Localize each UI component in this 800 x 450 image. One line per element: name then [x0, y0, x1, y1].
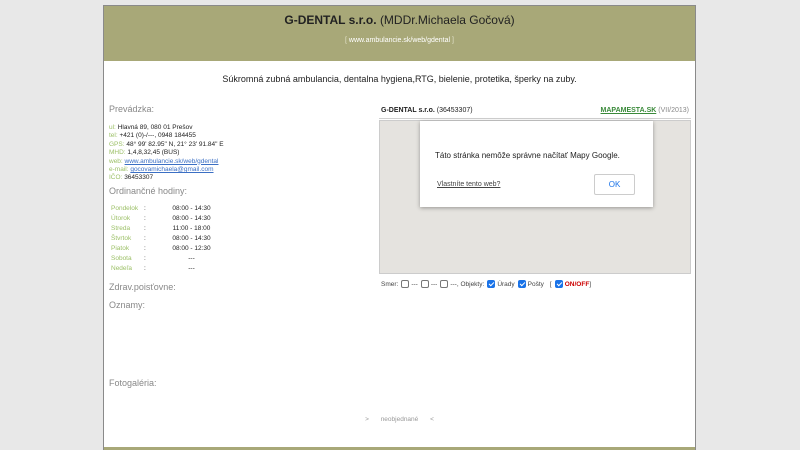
ico-value: 36453307: [124, 174, 154, 182]
hours-day: Štvrtok: [111, 235, 132, 242]
contact-info: ul: Hlavná 89, 080 01 Prešov tel: +421 (…: [109, 124, 224, 183]
hours-row: Útorok: 08:00 - 14:30: [111, 214, 229, 224]
smer-label: Smer:: [381, 280, 399, 288]
hours-row: Streda: 11:00 - 18:00: [111, 224, 229, 234]
urady-checkbox[interactable]: [487, 280, 496, 288]
google-map[interactable]: Táto stránka nemôže správne načítať Mapy…: [379, 120, 691, 274]
ok-button[interactable]: OK: [594, 174, 635, 195]
map-title: G-DENTAL s.r.o. (36453307): [381, 107, 473, 114]
hours-day: Streda: [111, 225, 131, 232]
hours-colon: :: [144, 255, 146, 262]
hours-colon: :: [144, 205, 146, 212]
section-notices: Oznamy:: [109, 300, 146, 310]
web-link[interactable]: www.ambulancie.sk/web/gdental: [125, 158, 219, 165]
smer-option-1: ---: [411, 280, 418, 288]
map-header: G-DENTAL s.r.o. (36453307) MAPAMESTA.SK …: [379, 105, 691, 119]
objekty-label: , Objekty:: [456, 280, 485, 288]
smer-option-2: ---: [430, 280, 438, 288]
hours-day: Sobota: [111, 255, 132, 262]
mapamesta-link[interactable]: MAPAMESTA.SK: [601, 107, 657, 114]
mhd-value: 1,4,8,32,45 (BUS): [127, 149, 180, 157]
pager-prev-button[interactable]: <: [430, 416, 434, 423]
map-filters: Smer: --- --- --- , Objekty: Úrady Pošty…: [381, 278, 591, 290]
hours-day: Nedeľa: [111, 265, 133, 272]
page-title: G-DENTAL s.r.o. (MDDr.Michaela Gočová): [104, 13, 695, 27]
url-bracket-open: [: [345, 37, 347, 44]
hours-colon: :: [144, 235, 146, 242]
hours-time: ---: [188, 255, 195, 262]
section-gallery: Fotogaléria:: [109, 378, 157, 388]
pager-next-button[interactable]: >: [365, 416, 369, 423]
hours-row: Štvrtok: 08:00 - 14:30: [111, 234, 229, 244]
company-name: G-DENTAL s.r.o.: [284, 13, 377, 27]
address-value: Hlavná 89, 080 01 Prešov: [117, 124, 193, 131]
tel-label: tel:: [109, 132, 118, 140]
hours-row: Sobota: ---: [111, 254, 229, 264]
hours-time: 08:00 - 14:30: [172, 215, 211, 222]
smer-checkbox-3[interactable]: [440, 280, 449, 288]
gps-label: GPS:: [109, 140, 125, 148]
onoff-label: ON/OFF: [564, 280, 590, 288]
section-hours: Ordinančné hodiny:: [109, 186, 188, 196]
email-link[interactable]: gocovamichaela@gmail.com: [130, 166, 213, 173]
section-insurance: Zdrav.poisťovne:: [109, 282, 176, 292]
page-container: G-DENTAL s.r.o. (MDDr.Michaela Gočová) […: [103, 5, 696, 450]
gallery-pager: > neobjednané <: [104, 416, 695, 423]
map-company-name: G-DENTAL s.r.o.: [381, 107, 435, 114]
map-error-dialog: Táto stránka nemôže správne načítať Mapy…: [420, 121, 653, 207]
page-header: G-DENTAL s.r.o. (MDDr.Michaela Gočová) […: [104, 6, 695, 61]
hours-row: Piatok: 08:00 - 12:30: [111, 244, 229, 254]
hours-time: 08:00 - 12:30: [172, 245, 211, 252]
hours-time: 11:00 - 18:00: [172, 225, 211, 232]
url-bracket-close: ]: [452, 37, 454, 44]
onoff-bracket-open: [: [549, 280, 552, 288]
website-link[interactable]: www.ambulancie.sk/web/gdental: [349, 37, 450, 44]
map-company-ico: (36453307): [436, 107, 473, 114]
pager-label: neobjednané: [380, 416, 419, 423]
web-label: web:: [109, 157, 123, 165]
mhd-label: MHD:: [109, 149, 126, 157]
hours-day: Pondelok: [111, 205, 139, 212]
own-website-link[interactable]: Vlastníte tento web?: [437, 181, 500, 188]
smer-checkbox-2[interactable]: [420, 280, 429, 288]
hours-colon: :: [144, 225, 146, 232]
hours-time: 08:00 - 14:30: [172, 235, 211, 242]
tel-value: +421 (0)-/---, 0948 184455: [119, 132, 196, 140]
map-source: MAPAMESTA.SK (VII/2013): [601, 107, 689, 114]
hours-row: Nedeľa: ---: [111, 264, 229, 274]
opening-hours: Pondelok: 08:00 - 14:30 Útorok: 08:00 - 14:…: [111, 204, 229, 274]
page-subtitle: Súkromná zubná ambulancia, dentalna hygi…: [222, 74, 577, 84]
hours-day: Piatok: [111, 245, 130, 252]
email-label: e-mail:: [109, 166, 129, 174]
hours-colon: :: [144, 215, 146, 222]
header-url: [ www.ambulancie.sk/web/gdental ]: [104, 37, 695, 44]
hours-day: Útorok: [111, 215, 131, 222]
hours-colon: :: [144, 265, 146, 272]
smer-checkbox-1[interactable]: [401, 280, 410, 288]
urady-label: Úrady: [497, 280, 515, 288]
map-error-message: Táto stránka nemôže správne načítať Mapy…: [435, 151, 620, 160]
onoff-checkbox[interactable]: [554, 280, 563, 288]
ico-label: IČO:: [109, 174, 123, 182]
posty-checkbox[interactable]: [517, 280, 526, 288]
posty-label: Pošty: [527, 280, 544, 288]
hours-row: Pondelok: 08:00 - 14:30: [111, 204, 229, 214]
gps-value: 48° 99' 82.95" N, 21° 23' 91.84" E: [126, 140, 224, 148]
onoff-bracket-close: ]: [589, 280, 592, 288]
hours-colon: :: [144, 245, 146, 252]
section-prevadzka: Prevádzka:: [109, 104, 155, 114]
map-source-date: (VII/2013): [658, 107, 689, 114]
owner-name: (MDDr.Michaela Gočová): [379, 13, 515, 27]
hours-time: ---: [188, 265, 195, 272]
hours-time: 08:00 - 14:30: [172, 205, 211, 212]
address-label: ul:: [109, 124, 116, 131]
